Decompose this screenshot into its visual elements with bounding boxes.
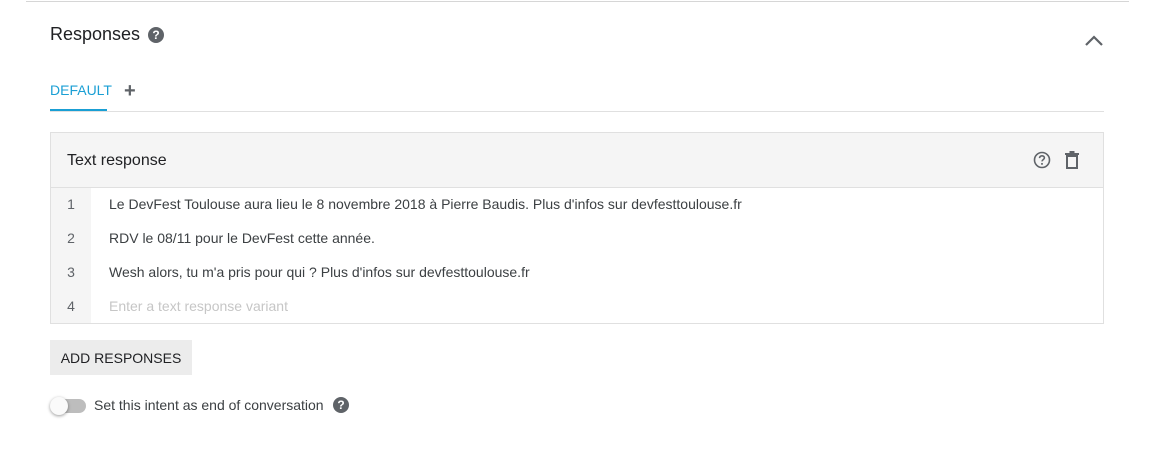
- text-response-card: Text response 1 Le DevFest Toulouse aura…: [50, 132, 1104, 324]
- help-outline-icon[interactable]: [1033, 151, 1051, 169]
- toggle-knob: [50, 397, 68, 415]
- add-responses-button[interactable]: ADD RESPONSES: [50, 340, 192, 375]
- help-circle-icon[interactable]: ?: [333, 397, 349, 413]
- response-row[interactable]: 2 RDV le 08/11 pour le DevFest cette ann…: [51, 222, 1103, 256]
- response-text[interactable]: Le DevFest Toulouse aura lieu le 8 novem…: [109, 196, 742, 212]
- row-number: 3: [67, 264, 75, 280]
- end-conversation-toggle[interactable]: [50, 397, 86, 415]
- card-header: Text response: [51, 133, 1103, 188]
- section-title: Responses: [50, 24, 141, 44]
- help-circle-icon[interactable]: ?: [148, 27, 164, 43]
- row-number: 4: [67, 298, 75, 314]
- top-divider: [26, 1, 1129, 2]
- tab-default[interactable]: DEFAULT: [50, 82, 112, 98]
- end-conversation-label: Set this intent as end of conversation: [94, 397, 324, 413]
- response-text[interactable]: Wesh alors, tu m'a pris pour qui ? Plus …: [109, 264, 530, 280]
- response-row[interactable]: 1 Le DevFest Toulouse aura lieu le 8 nov…: [51, 188, 1103, 222]
- delete-icon[interactable]: [1064, 151, 1080, 169]
- tabs-divider: [50, 111, 1104, 112]
- chevron-up-icon[interactable]: [1082, 30, 1106, 50]
- response-text[interactable]: RDV le 08/11 pour le DevFest cette année…: [109, 230, 375, 246]
- add-tab-icon[interactable]: +: [124, 81, 136, 101]
- response-row-new[interactable]: 4: [51, 290, 1103, 324]
- response-variant-input[interactable]: [109, 295, 1069, 317]
- row-number: 2: [67, 230, 75, 246]
- card-title: Text response: [67, 152, 167, 169]
- response-row[interactable]: 3 Wesh alors, tu m'a pris pour qui ? Plu…: [51, 256, 1103, 290]
- row-number: 1: [67, 196, 75, 212]
